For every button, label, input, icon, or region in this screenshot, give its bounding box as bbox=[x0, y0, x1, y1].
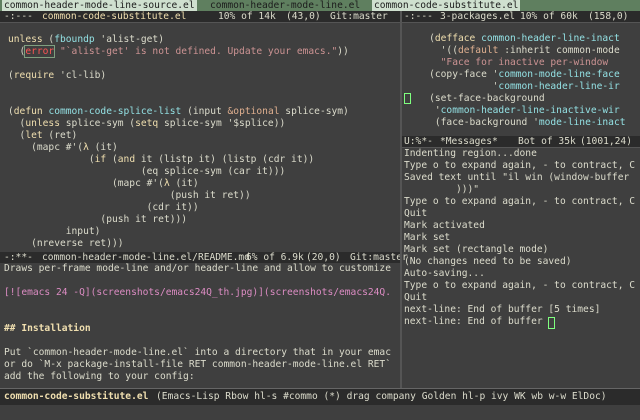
window-modeline-left-top[interactable]: -:--- common-code-substitute.el 10% of 1… bbox=[0, 11, 400, 23]
modeline-coords: (43,0) bbox=[286, 11, 321, 22]
modeline-position: Bot of 35k bbox=[518, 136, 576, 147]
message-line: )))" bbox=[404, 184, 480, 195]
code-line: (face-background 'mode-line-inact bbox=[406, 117, 626, 128]
modeline-buffer-name: common-code-substitute.el bbox=[42, 11, 187, 22]
message-line: Mark set (rectangle mode) bbox=[404, 244, 549, 255]
code-line: (push it ret))) bbox=[8, 214, 188, 225]
readme-line: [![emacs 24 -Q](screenshots/emacs24Q_th.… bbox=[4, 287, 391, 298]
messages-window[interactable]: Indenting region...done Type o to expand… bbox=[402, 148, 640, 388]
code-line: (set-face-background bbox=[406, 93, 545, 104]
window-modeline-left-bottom[interactable]: -:**- common-header-mode-line.el/README.… bbox=[0, 252, 408, 263]
code-line: (defface common-header-line-inact bbox=[406, 33, 620, 44]
code-line: (mapc #'(λ (it) bbox=[8, 142, 118, 153]
window-modeline-right-bottom[interactable]: U:%*- *Messages* Bot of 35k (1001,24) bbox=[402, 136, 640, 148]
header-tab-code-substitute[interactable]: common-code-substitute.el bbox=[372, 0, 521, 11]
message-line: Quit bbox=[404, 292, 428, 303]
header-tab-source[interactable]: common-header-mode-line-source.el bbox=[2, 0, 197, 11]
code-line: (let (ret) bbox=[8, 130, 78, 141]
readme-line: or do `M-x package-install-file RET comm… bbox=[4, 359, 391, 370]
message-line: Type o to expand again, - to contract, C bbox=[404, 196, 636, 207]
code-line: 'common-header-line-ir bbox=[406, 81, 620, 92]
modeline-buffer-name: common-code-substitute.el bbox=[4, 391, 149, 402]
modeline-position: 6% of 6.9k bbox=[246, 252, 304, 263]
readme-line: Put `common-header-mode-line.el` into a … bbox=[4, 347, 391, 358]
code-line: 'common-header-line-inactive-wir bbox=[406, 105, 620, 116]
text-cursor bbox=[548, 317, 555, 329]
modeline-flags: -:--- bbox=[4, 11, 33, 22]
global-modeline[interactable]: common-code-substitute.el (Emacs-Lisp Rb… bbox=[0, 388, 640, 406]
code-line: (defun common-code-splice-list (input &o… bbox=[8, 106, 349, 117]
modeline-position: 10% of 14k bbox=[218, 11, 276, 22]
modeline-coords: (1001,24) bbox=[580, 136, 632, 147]
message-line: Type o to expand again, - to contract, C bbox=[404, 280, 636, 291]
modeline-buffer-name: common-header-mode-line.el/README.md bbox=[42, 252, 250, 263]
message-line: Quit bbox=[404, 208, 428, 219]
modeline-vcs: Git:master bbox=[330, 11, 388, 22]
message-line: Type o to expand again, - to contract, C bbox=[404, 160, 636, 171]
header-line: common-header-mode-line-source.el common… bbox=[0, 0, 640, 11]
fringe-marker bbox=[404, 93, 411, 104]
modeline-flags: -:--- bbox=[404, 11, 433, 22]
modeline-flags: U:%*- bbox=[404, 136, 433, 147]
code-line: (nreverse ret))) bbox=[8, 238, 124, 248]
message-line: Saved text until "il win (window-buffer bbox=[404, 172, 630, 183]
readme-window[interactable]: Draws per-frame mode-line and/or header-… bbox=[0, 263, 400, 387]
message-line: next-line: End of buffer [5 times] bbox=[404, 304, 601, 315]
code-line: (mapc #'(λ (it) bbox=[8, 178, 199, 189]
readme-heading: ## Installation bbox=[4, 323, 91, 334]
code-line: (cdr it)) bbox=[8, 202, 199, 213]
code-line: unless (fboundp 'alist-get) bbox=[8, 34, 164, 45]
modeline-buffer-name: *Messages* bbox=[440, 136, 498, 147]
readme-line: Draws per-frame mode-line and/or header-… bbox=[4, 263, 391, 274]
code-line: (if (and it (listp it) (listp (cdr it)) bbox=[8, 154, 315, 165]
message-line: Auto-saving... bbox=[404, 268, 485, 279]
modeline-flags: -:**- bbox=[4, 252, 33, 263]
echo-area[interactable] bbox=[0, 405, 640, 420]
modeline-modes: (Emacs-Lisp Rbow hl-s #commo (*) drag co… bbox=[156, 391, 607, 402]
code-line: (require 'cl-lib) bbox=[8, 70, 107, 81]
message-line: next-line: End of buffer bbox=[404, 316, 543, 327]
message-line: (No changes need to be saved) bbox=[404, 256, 572, 267]
message-line: Mark set bbox=[404, 232, 451, 243]
modeline-position: 10% of 60k bbox=[520, 11, 578, 22]
code-line: (push it ret)) bbox=[8, 190, 251, 201]
message-line: Mark activated bbox=[404, 220, 485, 231]
modeline-buffer-name: 3-packages.el bbox=[440, 11, 516, 22]
header-tab-mode-line[interactable]: common-header-mode-line.el bbox=[210, 0, 360, 11]
code-line: (unless splice-sym (setq splice-sym '$sp… bbox=[8, 118, 286, 129]
modeline-coords: (20,0) bbox=[306, 252, 341, 263]
code-line: (error "`alist-get' is not defined. Upda… bbox=[8, 45, 349, 58]
modeline-coords: (158,0) bbox=[588, 11, 629, 22]
code-line: (eq splice-sym (car it))) bbox=[8, 166, 286, 177]
code-window-right-top[interactable]: (defface common-header-line-inact '((def… bbox=[402, 23, 640, 133]
window-modeline-right-top[interactable]: -:--- 3-packages.el 10% of 60k (158,0) bbox=[402, 11, 640, 23]
code-window-left-top[interactable]: unless (fboundp 'alist-get) (error "`ali… bbox=[0, 23, 400, 248]
code-line: "Face for inactive per-window bbox=[440, 57, 614, 68]
readme-line: add the following to your config: bbox=[4, 371, 195, 382]
code-line: (copy-face 'common-mode-line-face bbox=[406, 69, 620, 80]
message-line: Indenting region...done bbox=[404, 148, 537, 159]
code-line: '((default :inherit common-mode bbox=[406, 45, 620, 56]
code-line: input) bbox=[8, 226, 101, 237]
